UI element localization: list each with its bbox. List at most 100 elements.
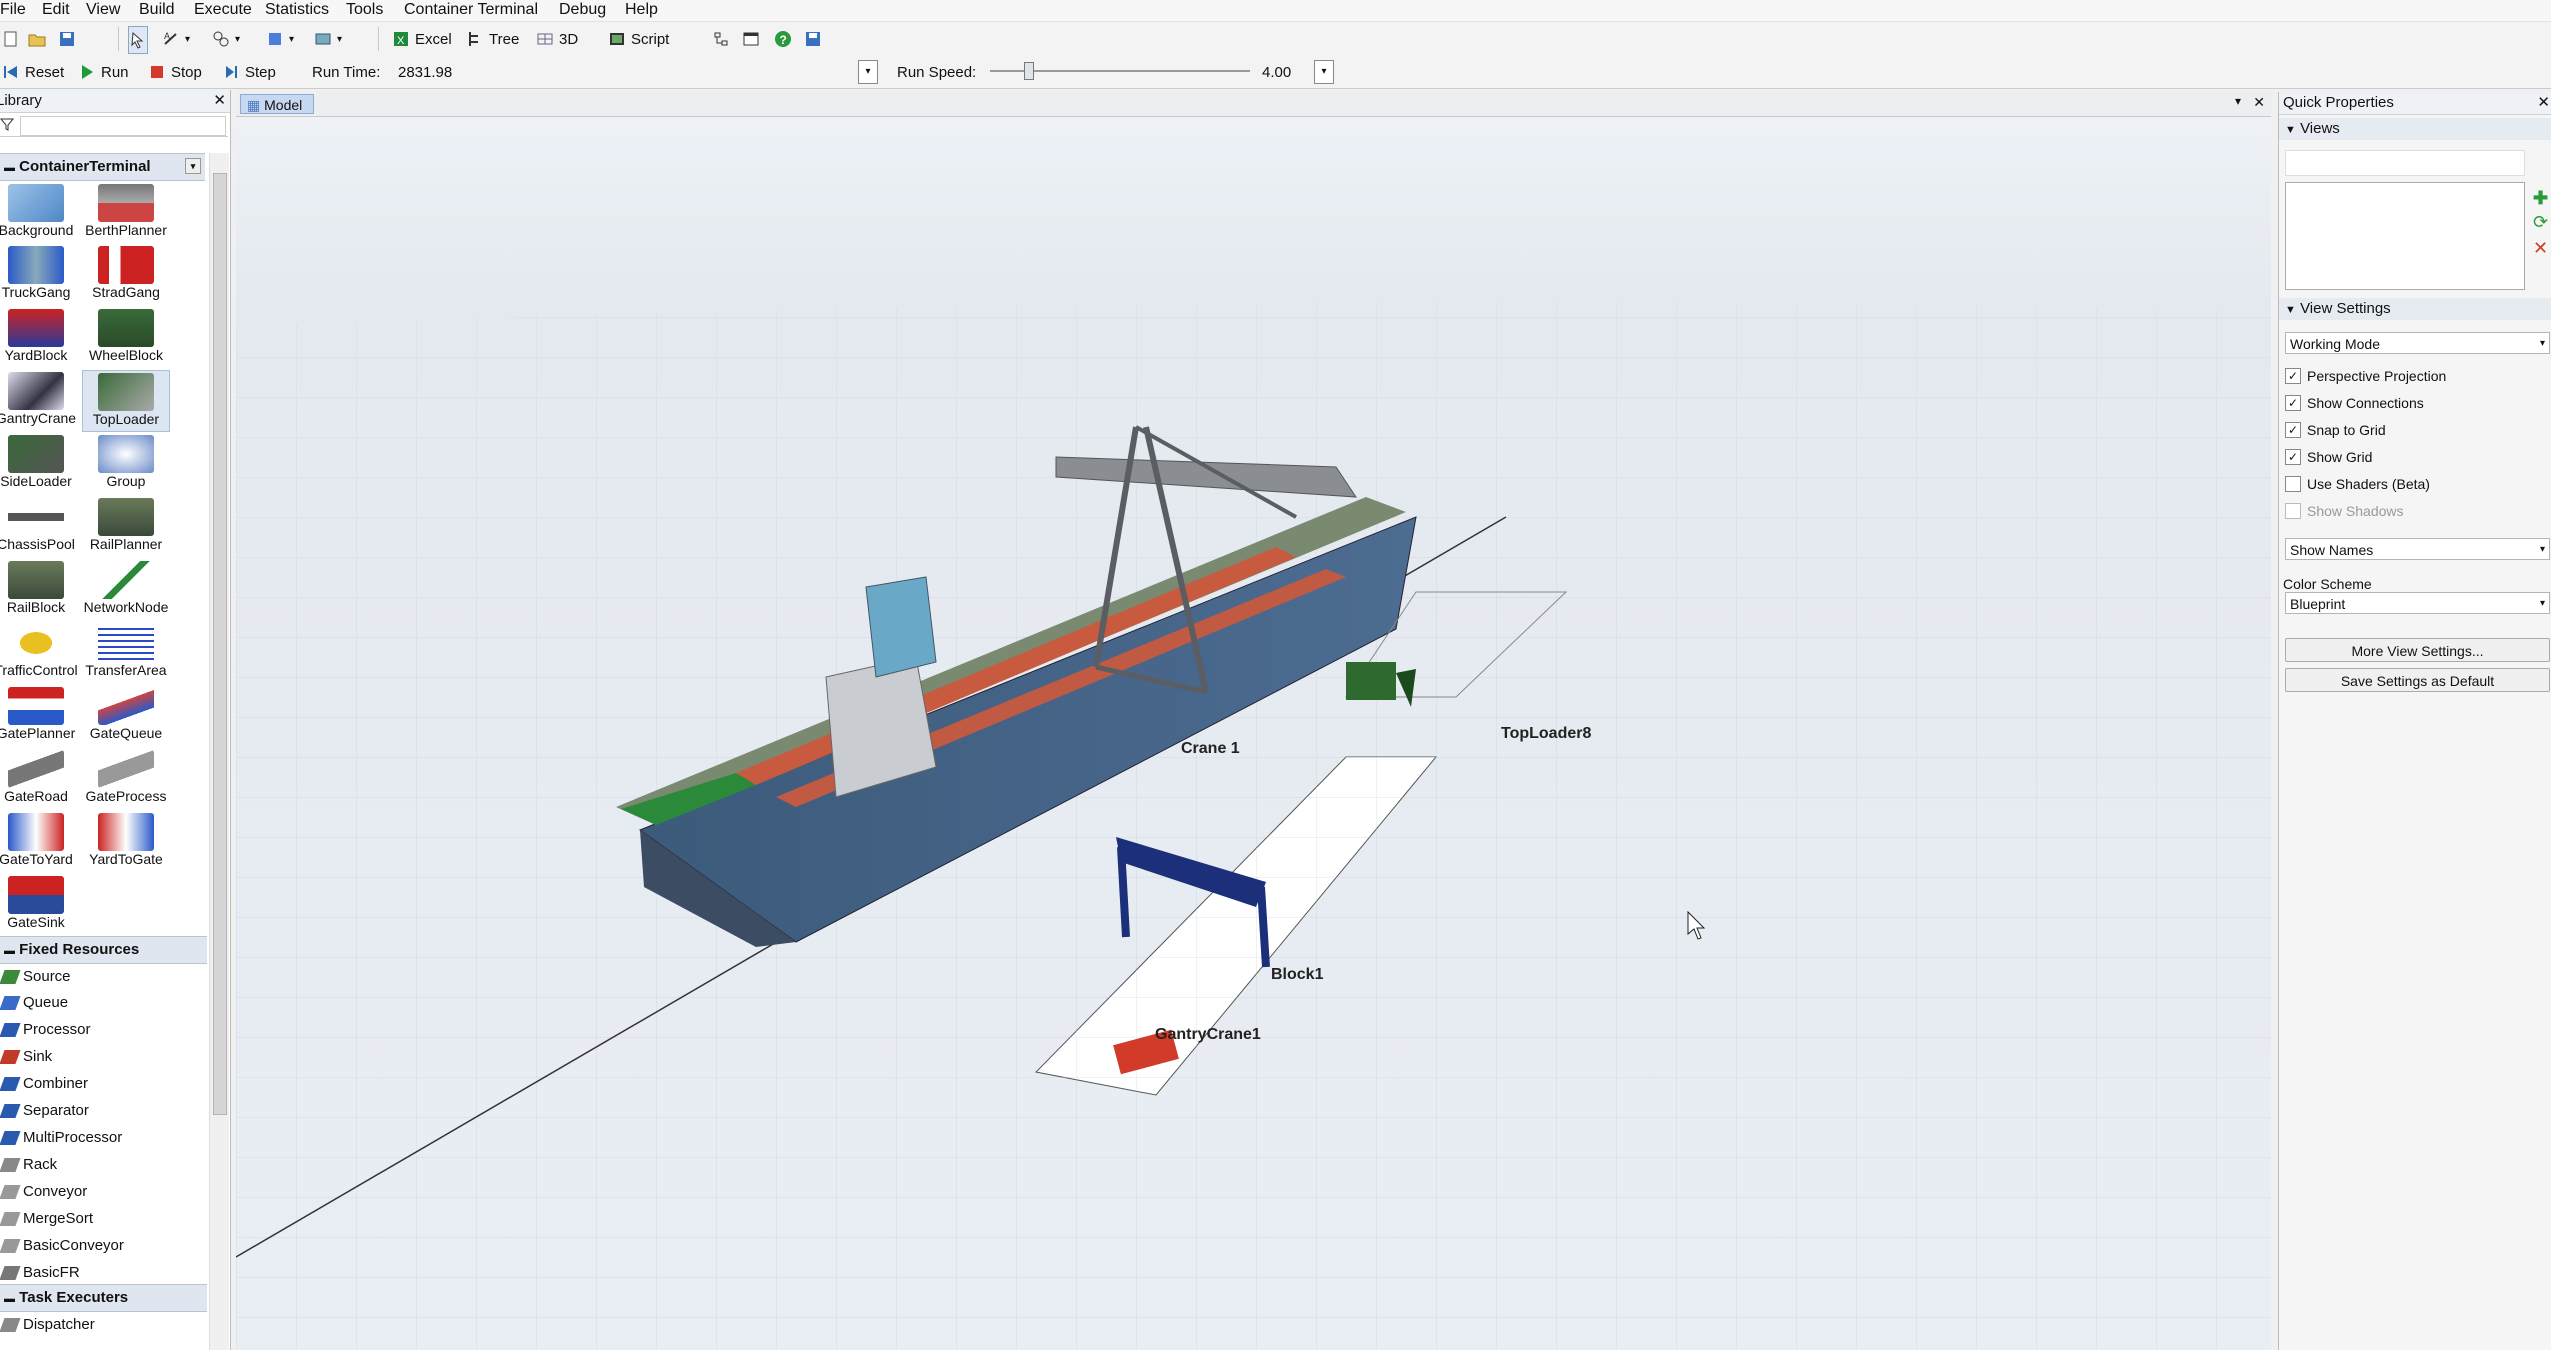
- select-mode-icon[interactable]: [128, 26, 148, 54]
- lib-truckgang[interactable]: TruckGang: [0, 244, 80, 306]
- fixed-resources-header[interactable]: ▬ Fixed Resources: [0, 936, 207, 964]
- excel-button[interactable]: X Excel: [392, 26, 452, 52]
- view-name-input[interactable]: [2285, 150, 2525, 176]
- menu-execute[interactable]: Execute: [194, 1, 252, 19]
- lib-railplanner[interactable]: RailPlanner: [82, 496, 170, 558]
- library-scrollbar[interactable]: [209, 153, 229, 1350]
- run-time-dropdown[interactable]: ▾: [858, 60, 878, 84]
- close-icon[interactable]: ✕: [213, 90, 226, 112]
- add-view-icon[interactable]: ✚: [2533, 188, 2548, 209]
- menu-help[interactable]: Help: [625, 1, 658, 19]
- lib-sideloader[interactable]: SideLoader: [0, 433, 80, 495]
- show-connections-checkbox[interactable]: ✓ Show Connections: [2285, 395, 2424, 411]
- lib-gateroad[interactable]: GateRoad: [0, 748, 80, 810]
- layout-icon[interactable]: ▾: [314, 26, 342, 52]
- step-button[interactable]: Step: [222, 59, 276, 85]
- stop-button[interactable]: Stop: [148, 59, 202, 85]
- snap-to-grid-checkbox[interactable]: ✓ Snap to Grid: [2285, 422, 2386, 438]
- model-3d-view[interactable]: Crane 1 TopLoader8 Block1 GantryCrane1: [236, 117, 2271, 1350]
- reset-button[interactable]: Reset: [2, 59, 64, 85]
- connect-mode-icon[interactable]: A ▾: [162, 26, 190, 52]
- refresh-view-icon[interactable]: ⟳: [2533, 212, 2548, 233]
- lib-processor[interactable]: Processor: [0, 1017, 207, 1043]
- shape-icon[interactable]: ▾: [266, 26, 294, 52]
- lib-conveyor[interactable]: Conveyor: [0, 1179, 207, 1205]
- library-group-header[interactable]: ▬ ContainerTerminal ▾: [0, 153, 205, 181]
- tab-model[interactable]: ▦ Model: [240, 94, 314, 114]
- color-scheme-select[interactable]: Blueprint ▾: [2285, 592, 2550, 614]
- more-view-settings-button[interactable]: More View Settings...: [2285, 638, 2550, 662]
- menu-tools[interactable]: Tools: [346, 1, 383, 19]
- views-section-header[interactable]: ▼ Views: [2279, 118, 2551, 140]
- run-speed-slider[interactable]: [1024, 62, 1034, 80]
- tree-layout-icon[interactable]: [712, 26, 730, 52]
- lib-gateplanner[interactable]: GatePlanner: [0, 685, 80, 747]
- lib-gatetoyard[interactable]: GateToYard: [0, 811, 80, 873]
- lib-transferarea[interactable]: TransferArea: [82, 622, 170, 684]
- show-names-select[interactable]: Show Names ▾: [2285, 538, 2550, 560]
- new-icon[interactable]: [2, 26, 20, 52]
- library-scroll-thumb[interactable]: [213, 173, 227, 1115]
- lib-source[interactable]: Source: [0, 964, 207, 990]
- lib-rack[interactable]: Rack: [0, 1152, 207, 1178]
- lib-gateprocess[interactable]: GateProcess: [82, 748, 170, 810]
- lib-toploader[interactable]: TopLoader: [82, 370, 170, 432]
- lib-dispatcher[interactable]: Dispatcher: [0, 1312, 207, 1338]
- tree-button[interactable]: Tree: [466, 26, 519, 52]
- lib-chassispool[interactable]: ChassisPool: [0, 496, 80, 558]
- menu-debug[interactable]: Debug: [559, 1, 606, 19]
- delete-view-icon[interactable]: ✕: [2533, 238, 2548, 259]
- save-state-icon[interactable]: [804, 26, 822, 52]
- lib-queue[interactable]: Queue: [0, 990, 207, 1016]
- run-button[interactable]: Run: [78, 59, 129, 85]
- lib-networknode[interactable]: NetworkNode: [82, 559, 170, 621]
- views-list[interactable]: [2285, 182, 2525, 290]
- menu-file[interactable]: File: [0, 1, 26, 19]
- lib-group[interactable]: Group: [82, 433, 170, 495]
- lib-gatesink[interactable]: GateSink: [0, 874, 80, 936]
- lib-trafficcontrol[interactable]: TrafficControl: [0, 622, 80, 684]
- lib-sink[interactable]: Sink: [0, 1044, 207, 1070]
- lib-berthplanner[interactable]: BerthPlanner: [82, 182, 170, 244]
- close-quick-icon[interactable]: ✕: [2537, 92, 2550, 114]
- lib-multiprocessor[interactable]: MultiProcessor: [0, 1125, 207, 1151]
- menu-build[interactable]: Build: [139, 1, 175, 19]
- task-executers-header[interactable]: ▬ Task Executers: [0, 1284, 207, 1312]
- lib-mergesort[interactable]: MergeSort: [0, 1206, 207, 1232]
- window-icon[interactable]: [742, 26, 760, 52]
- menu-statistics[interactable]: Statistics: [265, 1, 329, 19]
- filter-icon[interactable]: [0, 117, 14, 131]
- lib-separator[interactable]: Separator: [0, 1098, 207, 1124]
- lib-wheelblock[interactable]: WheelBlock: [82, 307, 170, 369]
- tab-menu-icon[interactable]: ▾: [2235, 94, 2241, 108]
- view-settings-section-header[interactable]: ▼ View Settings: [2279, 298, 2551, 320]
- lib-railblock[interactable]: RailBlock: [0, 559, 80, 621]
- lib-yardblock[interactable]: YardBlock: [0, 307, 80, 369]
- open-icon[interactable]: [28, 26, 46, 52]
- working-mode-select[interactable]: Working Mode ▾: [2285, 332, 2550, 354]
- save-settings-default-button[interactable]: Save Settings as Default: [2285, 668, 2550, 692]
- library-filter[interactable]: [0, 114, 228, 137]
- menu-edit[interactable]: Edit: [42, 1, 70, 19]
- close-view-icon[interactable]: ✕: [2253, 94, 2265, 111]
- menu-view[interactable]: View: [86, 1, 120, 19]
- script-button[interactable]: Script: [608, 26, 669, 52]
- lib-basicfr[interactable]: BasicFR: [0, 1260, 207, 1286]
- lib-gatequeue[interactable]: GateQueue: [82, 685, 170, 747]
- use-shaders-checkbox[interactable]: Use Shaders (Beta): [2285, 476, 2430, 492]
- run-speed-dropdown[interactable]: ▾: [1314, 60, 1334, 84]
- 3d-button[interactable]: 3D: [536, 26, 578, 52]
- lib-background[interactable]: Background: [0, 182, 80, 244]
- show-grid-checkbox[interactable]: ✓ Show Grid: [2285, 449, 2372, 465]
- lib-gantrycrane[interactable]: GantryCrane: [0, 370, 80, 432]
- show-shadows-checkbox[interactable]: Show Shadows: [2285, 503, 2404, 519]
- connect2-icon[interactable]: ▾: [212, 26, 240, 52]
- menu-container-terminal[interactable]: Container Terminal: [404, 1, 538, 19]
- save-icon[interactable]: [58, 26, 76, 52]
- lib-yardtogate[interactable]: YardToGate: [82, 811, 170, 873]
- lib-basicconveyor[interactable]: BasicConveyor: [0, 1233, 207, 1259]
- lib-stradgang[interactable]: StradGang: [82, 244, 170, 306]
- perspective-projection-checkbox[interactable]: ✓ Perspective Projection: [2285, 368, 2446, 384]
- lib-combiner[interactable]: Combiner: [0, 1071, 207, 1097]
- help-icon[interactable]: ?: [774, 26, 792, 52]
